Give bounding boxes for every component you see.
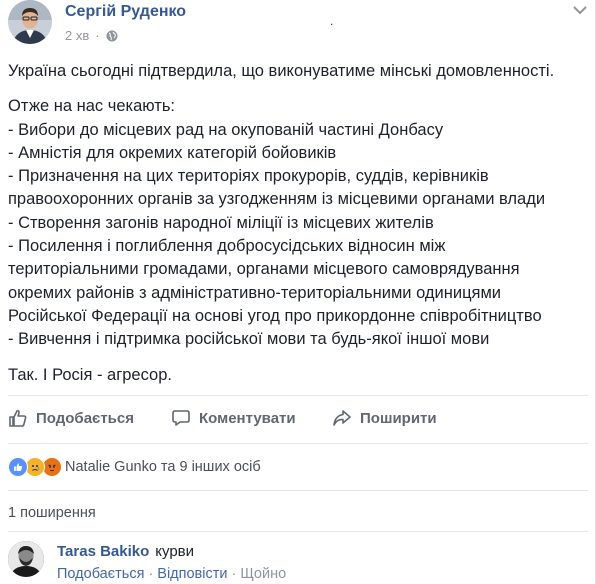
comment-icon <box>172 410 190 426</box>
post-line: - Створення загонів народної міліції із … <box>8 213 434 232</box>
divider <box>8 490 588 491</box>
bullet-dot: · <box>95 28 100 43</box>
post-line: окремих районів з адміністративно-терито… <box>8 283 502 302</box>
facebook-post: Сергій Руденко 2 хв · . Україна сьогодні… <box>0 0 596 584</box>
post-body: Україна сьогодні підтвердила, що виконув… <box>8 60 583 387</box>
comment-line: Taras Bakiko курви <box>57 543 194 560</box>
separator: · <box>231 566 237 582</box>
share-button[interactable]: Поширити <box>332 408 437 428</box>
post-line: - Призначення на цих територіях прокурор… <box>8 167 489 186</box>
comment-actions: Подобається · Відповісти · Щойно <box>57 566 286 582</box>
post-line: Російської Федерації на основі угод про … <box>8 306 542 325</box>
stray-dot: . <box>330 14 334 28</box>
reactions-summary[interactable]: Natalie Gunko та 9 інших осіб <box>8 455 261 479</box>
chevron-down-icon[interactable] <box>573 4 587 16</box>
post-closing: Так. І Росія - агресор. <box>8 365 172 384</box>
comment-reply-link[interactable]: Відповісти <box>157 566 227 582</box>
sad-reaction-icon <box>25 457 45 477</box>
divider <box>8 531 588 532</box>
author-avatar[interactable] <box>8 0 52 44</box>
divider <box>8 443 588 444</box>
commenter-avatar[interactable] <box>8 541 44 577</box>
comment-text: курви <box>155 543 195 560</box>
post-line: правоохоронних органів за узгодженням із… <box>8 190 546 209</box>
post-line: - Посилення і поглиблення добросусідськи… <box>8 237 446 256</box>
comment-button[interactable]: Коментувати <box>171 408 296 428</box>
post-line: - Вивчення і підтримка російської мови т… <box>8 330 490 349</box>
post-line: - Вибори до місцевих рад на окупованій ч… <box>8 120 444 139</box>
separator: · <box>148 566 154 582</box>
comment-label: Коментувати <box>199 409 296 427</box>
share-icon <box>333 410 351 426</box>
commenter-name[interactable]: Taras Bakiko <box>57 543 149 560</box>
post-meta: 2 хв · <box>65 28 118 43</box>
action-bar: Подобається Коментувати Поширити <box>8 400 588 440</box>
like-button[interactable]: Подобається <box>8 408 134 428</box>
share-label: Поширити <box>360 409 437 427</box>
globe-icon[interactable] <box>106 30 118 42</box>
thumbs-up-icon <box>9 409 27 427</box>
post-time[interactable]: 2 хв <box>65 28 89 43</box>
post-header: Сергій Руденко 2 хв · . <box>8 0 588 52</box>
like-label: Подобається <box>36 409 134 427</box>
post-line: територіальними громадами, органами місц… <box>8 260 520 279</box>
angry-reaction-icon <box>42 457 62 477</box>
like-reaction-icon <box>8 457 28 477</box>
comment-like-link[interactable]: Подобається <box>57 566 144 582</box>
divider <box>8 395 588 396</box>
shares-count[interactable]: 1 поширення <box>8 505 96 521</box>
post-paragraph: Україна сьогодні підтвердила, що виконув… <box>8 62 555 80</box>
post-intro: Отже на нас чекають: <box>8 97 176 116</box>
author-name[interactable]: Сергій Руденко <box>65 3 186 21</box>
post-line: - Амністія для окремих категорій бойовик… <box>8 143 337 162</box>
comment: Taras Bakiko курви Подобається · Відповісти… <box>8 541 588 584</box>
reactions-text[interactable]: Natalie Gunko та 9 інших осіб <box>65 459 261 475</box>
comment-time[interactable]: Щойно <box>240 566 286 582</box>
reaction-icons <box>8 457 62 477</box>
